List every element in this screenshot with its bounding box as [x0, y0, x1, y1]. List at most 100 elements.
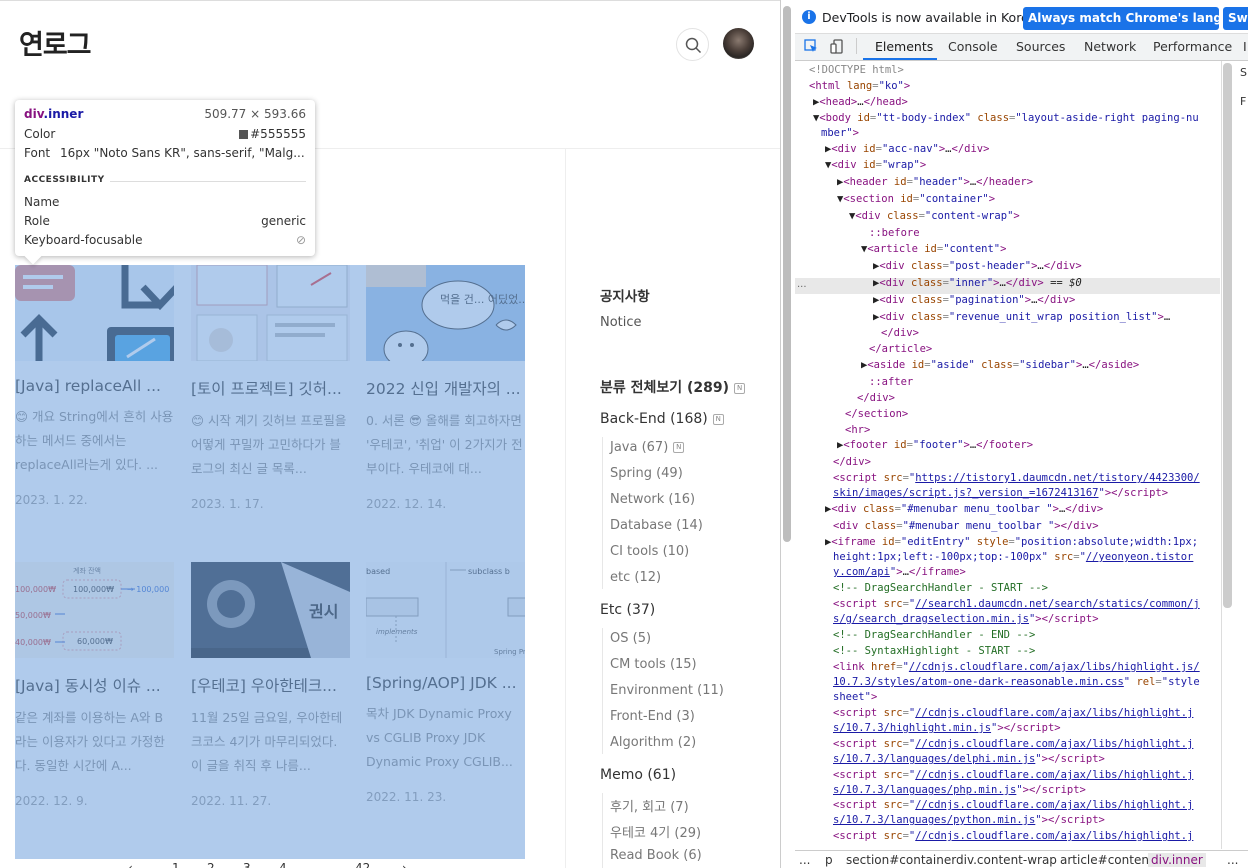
dom-line[interactable]: ▼<article id="content">: [861, 242, 1006, 257]
subcategory-java[interactable]: Java (67) N: [610, 440, 685, 455]
tab-network[interactable]: Network: [1084, 39, 1136, 54]
dom-line[interactable]: <script src="//cdnjs.cloudflare.com/ajax…: [833, 829, 1193, 844]
dom-line[interactable]: ▼<div class="content-wrap">: [849, 209, 1020, 224]
post-title[interactable]: 2022 신입 개발자의 ...: [366, 377, 525, 399]
dom-line[interactable]: <div class="#menubar menu_toolbar "></di…: [833, 519, 1099, 534]
pagination-page[interactable]: 2: [207, 861, 215, 868]
dom-line[interactable]: height:1px;left:-100px;top:-100px" src="…: [833, 550, 1193, 565]
dom-line[interactable]: <!-- SyntaxHighlight - START -->: [833, 644, 1035, 659]
tab-performance[interactable]: Performance: [1153, 39, 1232, 54]
post-thumbnail[interactable]: [15, 265, 174, 361]
dom-line[interactable]: <html lang="ko">: [809, 79, 910, 94]
dom-line[interactable]: </section>: [845, 407, 908, 422]
dom-line[interactable]: ▼<body id="tt-body-index" class="layout-…: [813, 111, 1199, 126]
always-match-language-button[interactable]: Always match Chrome's language: [1023, 7, 1219, 30]
dom-line[interactable]: ▼<section id="container">: [837, 192, 995, 207]
subcategory-spring[interactable]: Spring (49): [610, 466, 683, 481]
dom-line[interactable]: ▶<footer id="footer">…</footer>: [837, 438, 1033, 453]
dom-line-selected[interactable]: ▶<div class="inner">…</div> == $0: [873, 276, 1082, 291]
dom-line[interactable]: ▶<div class="revenue_unit_wrap position_…: [873, 310, 1170, 325]
dom-line[interactable]: skin/images/script.js?_version_=16724131…: [833, 486, 1168, 501]
pagination-prev[interactable]: ‹: [128, 861, 133, 868]
dom-line[interactable]: </article>: [869, 342, 932, 357]
post-card[interactable]: [Java] replaceAll ... 😊 개요 String에서 흔히 사…: [15, 265, 174, 507]
post-card[interactable]: 먹을 건... 어딨었.. 2022 신입 개발자의 ... 0. 서론 😎 올…: [366, 265, 525, 511]
post-title[interactable]: [토이 프로젝트] 깃허...: [191, 377, 350, 399]
subcategory-ci-tools[interactable]: CI tools (10): [610, 544, 689, 559]
subcategory-front-end[interactable]: Front-End (3): [610, 709, 695, 724]
dom-line[interactable]: <script src="//cdnjs.cloudflare.com/ajax…: [833, 768, 1193, 783]
pagination-page[interactable]: 42: [355, 861, 370, 868]
dom-line[interactable]: s/10.7.3/languages/python.min.js"></scri…: [833, 813, 1105, 828]
breadcrumb-item-active[interactable]: div.inner: [1148, 853, 1206, 867]
breadcrumb-more[interactable]: ...: [799, 853, 810, 867]
dom-line[interactable]: s/g/search_dragselection.min.js"></scrip…: [833, 612, 1099, 627]
post-thumbnail[interactable]: [191, 265, 350, 361]
post-title[interactable]: [Java] replaceAll ...: [15, 377, 174, 395]
pagination-page[interactable]: 4: [279, 861, 287, 868]
tab-more[interactable]: I: [1243, 39, 1247, 54]
post-card[interactable]: [토이 프로젝트] 깃허... 😊 시작 계기 깃허브 프로필을 어떻게 꾸밀까…: [191, 265, 350, 511]
dom-tree-scrollbar-thumb[interactable]: [1223, 63, 1232, 608]
subcategory-database[interactable]: Database (14): [610, 518, 703, 533]
post-title[interactable]: [Spring/AOP] JDK ...: [366, 674, 525, 692]
subcategory-woowacourse[interactable]: 우테코 4기 (29): [610, 822, 701, 841]
pagination-page[interactable]: 1: [172, 861, 180, 868]
post-title[interactable]: [우테코] 우아한테크...: [191, 674, 350, 696]
dom-line[interactable]: ▶<head>…</head>: [813, 95, 908, 110]
tab-elements[interactable]: Elements: [875, 39, 933, 54]
dom-line[interactable]: y.com/api">…</iframe>: [833, 565, 966, 580]
notice-link[interactable]: Notice: [600, 315, 642, 330]
post-card[interactable]: 계좌 잔액 100,000₩ 100,000₩ → 100,000 50,000…: [15, 562, 174, 808]
inspect-icon[interactable]: [804, 39, 819, 54]
subcategory-cm-tools[interactable]: CM tools (15): [610, 657, 697, 672]
post-title[interactable]: [Java] 동시성 이슈 ...: [15, 674, 174, 696]
post-card[interactable]: based subclass b implements Spring Pro […: [366, 562, 525, 804]
avatar[interactable]: [723, 28, 754, 59]
dom-line[interactable]: </div>: [833, 455, 871, 470]
dom-line[interactable]: ▶<iframe id="editEntry" style="position:…: [825, 535, 1198, 550]
breadcrumb-item[interactable]: p: [825, 853, 833, 867]
dom-line[interactable]: <!-- DragSearchHandler - START -->: [833, 581, 1048, 596]
dom-line[interactable]: ▶<div class="post-header">…</div>: [873, 259, 1082, 274]
post-thumbnail[interactable]: 먹을 건... 어딨었..: [366, 265, 525, 361]
dom-line[interactable]: ▶<aside id="aside" class="sidebar">…</as…: [861, 358, 1139, 373]
dom-line[interactable]: </div>: [881, 326, 919, 341]
subcategory-review[interactable]: 후기, 회고 (7): [610, 796, 689, 815]
breadcrumb-more-end[interactable]: ...: [1227, 853, 1238, 867]
dom-line[interactable]: s/10.7.3/languages/delphi.min.js"></scri…: [833, 752, 1105, 767]
dom-line[interactable]: <script src="//cdnjs.cloudflare.com/ajax…: [833, 737, 1193, 752]
dom-line[interactable]: ▶<div id="acc-nav">…</div>: [825, 142, 989, 157]
dom-line[interactable]: 10.7.3/styles/atom-one-dark-reasonable.m…: [833, 675, 1200, 690]
subcategory-algorithm[interactable]: Algorithm (2): [610, 735, 696, 750]
dom-line[interactable]: s/10.7.3/highlight.min.js"></script>: [833, 721, 1061, 736]
post-thumbnail[interactable]: 권시: [191, 562, 350, 658]
device-toolbar-icon[interactable]: [830, 39, 845, 54]
dom-line[interactable]: <script src="//cdnjs.cloudflare.com/ajax…: [833, 706, 1193, 721]
dom-line[interactable]: <script src="https://tistory1.daumcdn.ne…: [833, 471, 1200, 486]
dom-line[interactable]: ▶<div class="pagination">…</div>: [873, 293, 1075, 308]
dom-line[interactable]: <!DOCTYPE html>: [809, 63, 904, 78]
dom-line[interactable]: sheet">: [833, 690, 877, 705]
dom-line[interactable]: ▶<header id="header">…</header>: [837, 175, 1033, 190]
category-memo[interactable]: Memo (61): [600, 767, 676, 783]
subcategory-etc[interactable]: etc (12): [610, 570, 661, 585]
post-card[interactable]: 권시 [우테코] 우아한테크... 11월 25일 금요일, 우아한테크코스 4…: [191, 562, 350, 808]
breadcrumb-item[interactable]: div.content-wrap: [956, 853, 1057, 867]
dom-line[interactable]: <hr>: [845, 423, 870, 438]
page-scrollbar-thumb[interactable]: [783, 6, 791, 542]
breadcrumb-item[interactable]: section#container: [846, 853, 956, 867]
tab-console[interactable]: Console: [948, 39, 998, 54]
dom-line[interactable]: <script src="//search1.daumcdn.net/searc…: [833, 597, 1200, 612]
dom-line[interactable]: </div>: [857, 391, 895, 406]
category-backend[interactable]: Back-End (168) N: [600, 411, 724, 427]
breadcrumb-item[interactable]: article#content: [1060, 853, 1154, 867]
dom-line[interactable]: <!-- DragSearchHandler - END -->: [833, 628, 1035, 643]
dom-line[interactable]: <link href="//cdnjs.cloudflare.com/ajax/…: [833, 660, 1200, 675]
post-thumbnail[interactable]: 계좌 잔액 100,000₩ 100,000₩ → 100,000 50,000…: [15, 562, 174, 658]
post-thumbnail[interactable]: based subclass b implements Spring Pro: [366, 562, 525, 658]
pagination-next[interactable]: ›: [402, 861, 407, 868]
subcategory-environment[interactable]: Environment (11): [610, 683, 724, 698]
tab-sources[interactable]: Sources: [1016, 39, 1065, 54]
dom-line[interactable]: mber">: [821, 126, 859, 141]
